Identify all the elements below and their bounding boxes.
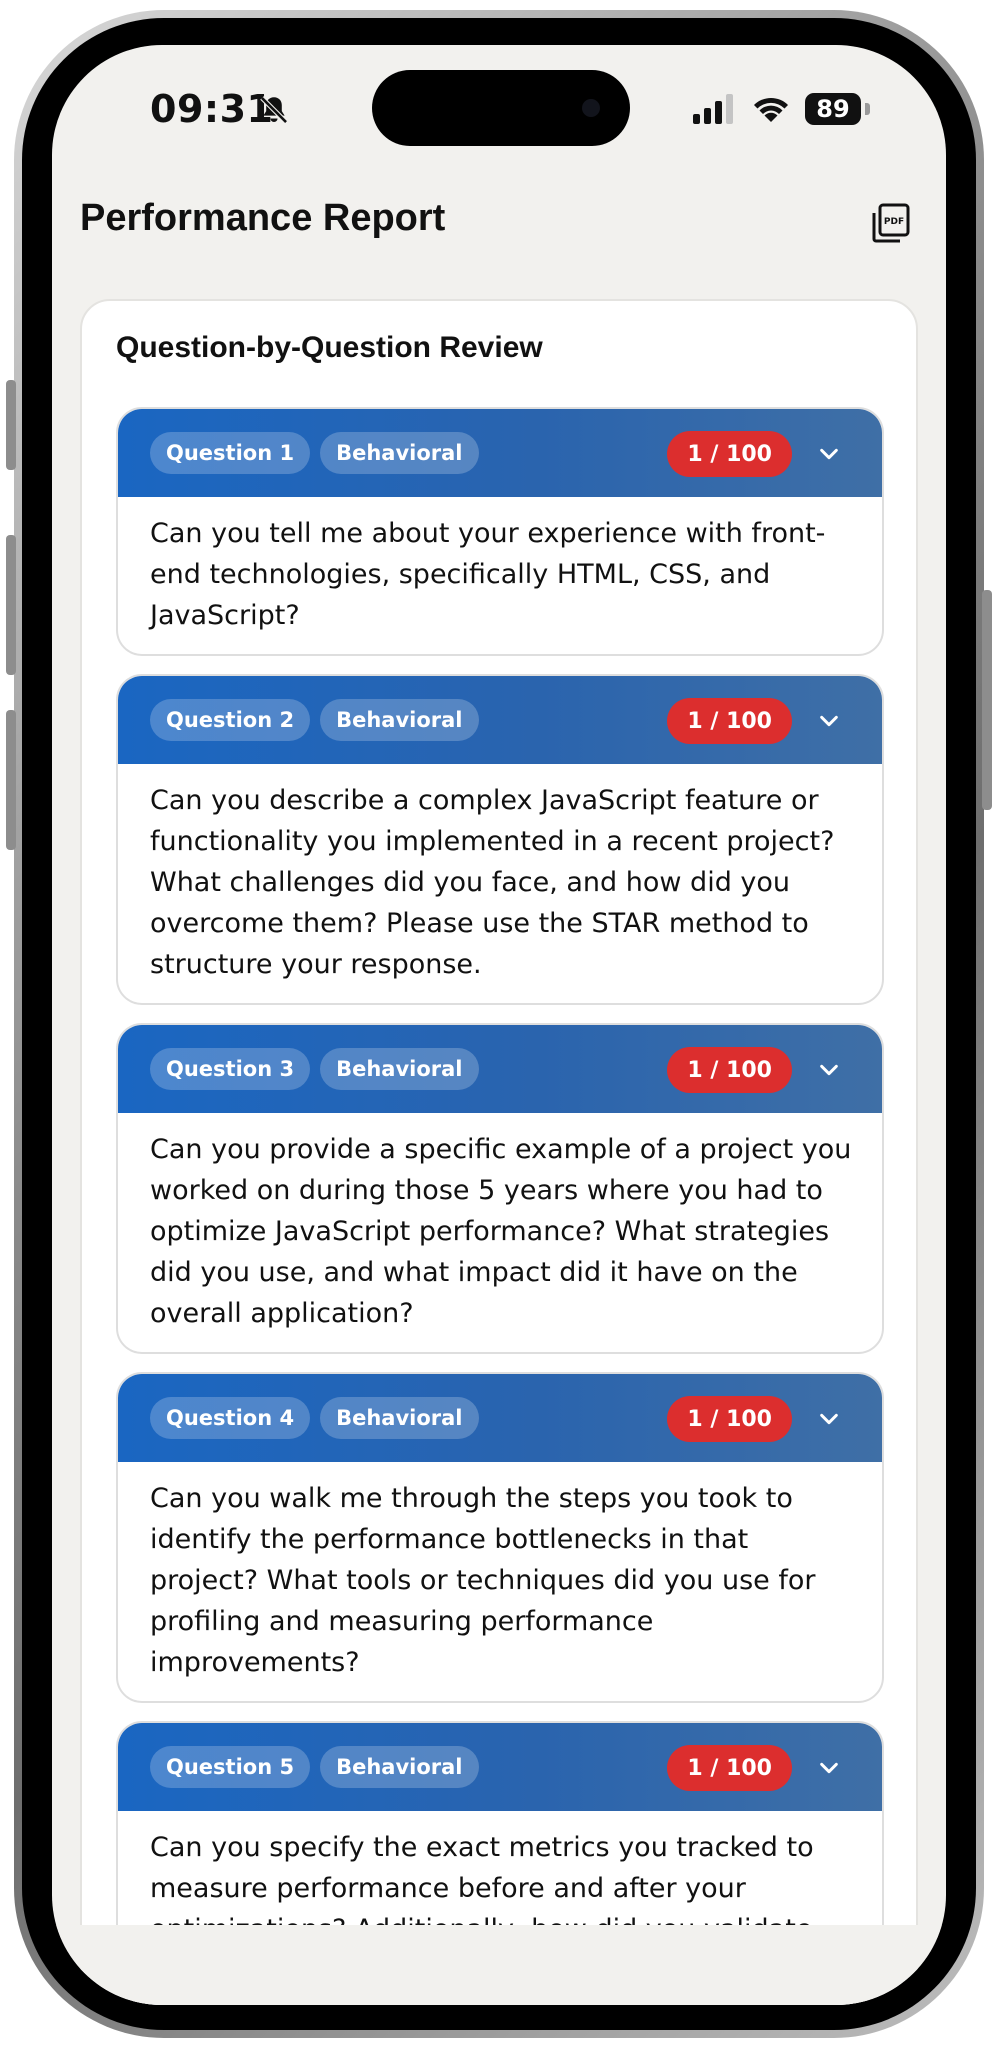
question-header-3[interactable]: Question 3 Behavioral 1 / 100 [118,1025,882,1113]
question-card-2: Question 2 Behavioral 1 / 100 Can you de… [116,674,884,1005]
question-category-pill: Behavioral [320,1397,479,1439]
bottom-safe-area [52,1925,946,2005]
score-badge: 1 / 100 [667,431,792,477]
question-text: Can you provide a specific example of a … [150,1134,852,1329]
chevron-down-icon[interactable] [818,1408,840,1430]
chevron-down-icon[interactable] [818,1757,840,1779]
chevron-down-icon[interactable] [818,443,840,465]
question-category-pill: Behavioral [320,699,479,741]
score-badge: 1 / 100 [667,1047,792,1093]
question-header-4[interactable]: Question 4 Behavioral 1 / 100 [118,1374,882,1462]
question-number-pill: Question 5 [150,1746,311,1788]
review-card: Question-by-Question Review Question 1 B… [80,299,918,2005]
question-header-1[interactable]: Question 1 Behavioral 1 / 100 [118,409,882,497]
question-card-4: Question 4 Behavioral 1 / 100 Can you wa… [116,1372,884,1703]
action-button [6,380,16,470]
question-header-5[interactable]: Question 5 Behavioral 1 / 100 [118,1723,882,1811]
volume-down-button [6,710,16,850]
question-number-pill: Question 1 [150,432,311,474]
score-badge: 1 / 100 [667,1396,792,1442]
power-button [982,590,992,810]
app-screen: 09:31 89 Performance Report PDF Question… [52,45,946,2005]
question-header-2[interactable]: Question 2 Behavioral 1 / 100 [118,676,882,764]
page-title: Performance Report [80,197,446,239]
question-category-pill: Behavioral [320,432,479,474]
export-pdf-button[interactable]: PDF [866,199,914,247]
question-text: Can you walk me through the steps you to… [150,1483,816,1678]
question-text: Can you describe a complex JavaScript fe… [150,785,835,980]
battery-icon: 89 [805,93,861,125]
question-number-pill: Question 4 [150,1397,311,1439]
chevron-down-icon[interactable] [818,710,840,732]
review-section-title: Question-by-Question Review [116,331,543,364]
status-icons: 89 [693,89,870,129]
wifi-icon [754,97,788,122]
volume-up-button [6,535,16,675]
question-number-pill: Question 2 [150,699,311,741]
question-text: Can you tell me about your experience wi… [150,518,826,631]
score-badge: 1 / 100 [667,1745,792,1791]
score-badge: 1 / 100 [667,698,792,744]
question-list: Question 1 Behavioral 1 / 100 Can you te… [116,407,884,1988]
question-category-pill: Behavioral [320,1746,479,1788]
status-time: 09:31 [150,87,274,131]
question-category-pill: Behavioral [320,1048,479,1090]
dynamic-island [372,70,630,146]
question-card-3: Question 3 Behavioral 1 / 100 Can you pr… [116,1023,884,1354]
battery-tip [865,103,870,115]
question-number-pill: Question 3 [150,1048,311,1090]
chevron-down-icon[interactable] [818,1059,840,1081]
signal-icon [693,94,733,124]
front-camera [582,99,600,117]
bell-muted-icon [260,96,288,124]
question-card-1: Question 1 Behavioral 1 / 100 Can you te… [116,407,884,656]
battery-level: 89 [816,95,850,123]
pdf-file-icon: PDF [872,203,910,243]
pdf-icon-label: PDF [884,217,904,227]
